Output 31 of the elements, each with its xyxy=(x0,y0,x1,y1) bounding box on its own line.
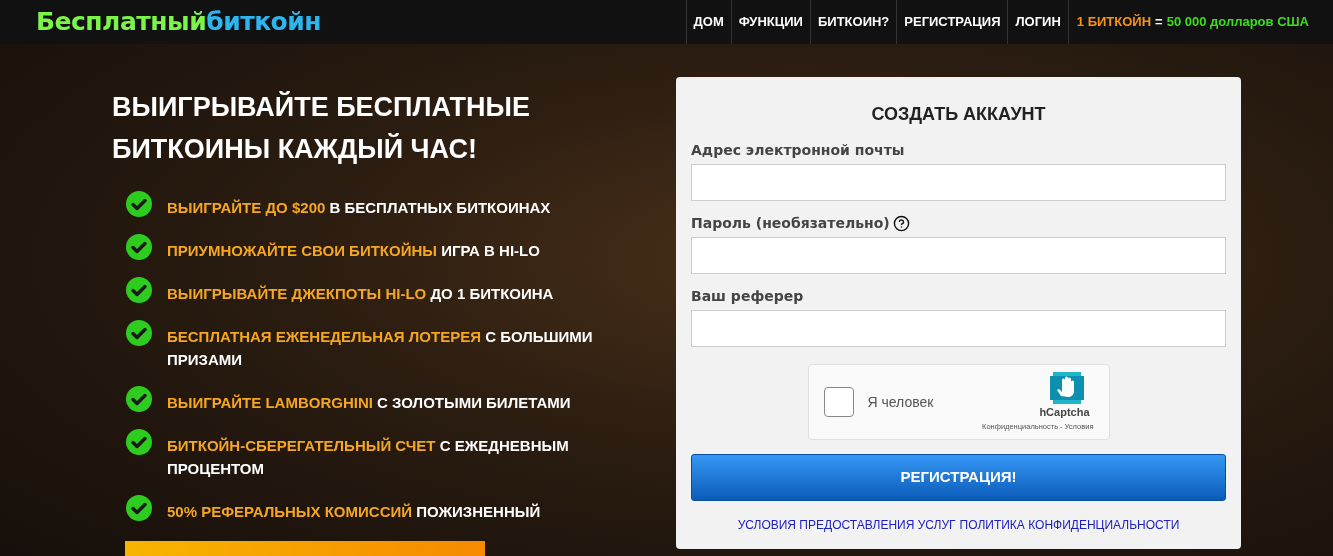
captcha-checkbox[interactable] xyxy=(823,387,854,417)
hand-logo-icon xyxy=(1049,372,1084,405)
text-field[interactable] xyxy=(691,237,1226,274)
field-label: Ваш реферер xyxy=(691,287,804,306)
help-icon[interactable] xyxy=(892,215,910,232)
feature-text: БИТКОЙН-СБЕРЕГАТЕЛЬНЫЙ СЧЕТ С ЕЖЕДНЕВНЫМ ПРОЦЕНТОМ xyxy=(167,436,570,479)
form-title: СОЗДАТЬ АККАУНТ xyxy=(870,103,1047,126)
check-icon xyxy=(125,319,153,347)
check-icon xyxy=(125,385,153,413)
feature-text: 50% РЕФЕРАЛЬНЫХ КОМИССИЙ ПОЖИЗНЕННЫЙ xyxy=(167,502,541,522)
check-icon xyxy=(125,233,153,261)
register-button[interactable]: РЕГИСТРАЦИЯ! xyxy=(691,454,1226,501)
text-field[interactable] xyxy=(691,310,1226,347)
field-label: Адрес электронной почты xyxy=(691,141,905,160)
captcha-label: Я человек xyxy=(867,392,935,412)
check-icon xyxy=(125,428,153,456)
check-icon xyxy=(125,276,153,304)
feature-text: ВЫИГРЫВАЙТЕ ДЖЕКПОТЫ HI-LO ДО 1 БИТКОИНА xyxy=(167,284,554,304)
feature-text: ВЫИГРАЙТЕ ДО $200 В БЕСПЛАТНЫХ БИТКОИНАХ xyxy=(167,198,551,218)
hero-headline: ВЫИГРЫВАЙТЕ БЕСПЛАТНЫЕ БИТКОИНЫ КАЖДЫЙ ЧАС! xyxy=(112,90,531,166)
footer-link[interactable]: УСЛОВИЯ ПРЕДОСТАВЛЕНИЯ УСЛУГ xyxy=(737,516,956,534)
check-icon xyxy=(125,190,153,218)
footer-link[interactable]: ПОЛИТИКА КОНФИДЕНЦИАЛЬНОСТИ xyxy=(959,516,1180,534)
site-logo[interactable]: Бесплатныйбиткойн xyxy=(36,3,322,41)
check-icon xyxy=(125,494,153,522)
feature-text: ВЫИГРАЙТЕ LAMBORGHINI С ЗОЛОТЫМИ БИЛЕТАМИ xyxy=(167,393,571,413)
feature-text: ПРИУМНОЖАЙТЕ СВОИ БИТКОЙНЫ ИГРА В HI-LO xyxy=(167,241,540,261)
field-label: Пароль (необязательно) xyxy=(691,214,890,233)
text-field[interactable] xyxy=(691,164,1226,201)
captcha-brand: hCaptcha xyxy=(1039,405,1090,421)
feature-text: БЕСПЛАТНАЯ ЕЖЕНЕДЕЛЬНАЯ ЛОТЕРЕЯ С БОЛЬШИМИ ПРИЗАМИ xyxy=(167,327,594,370)
